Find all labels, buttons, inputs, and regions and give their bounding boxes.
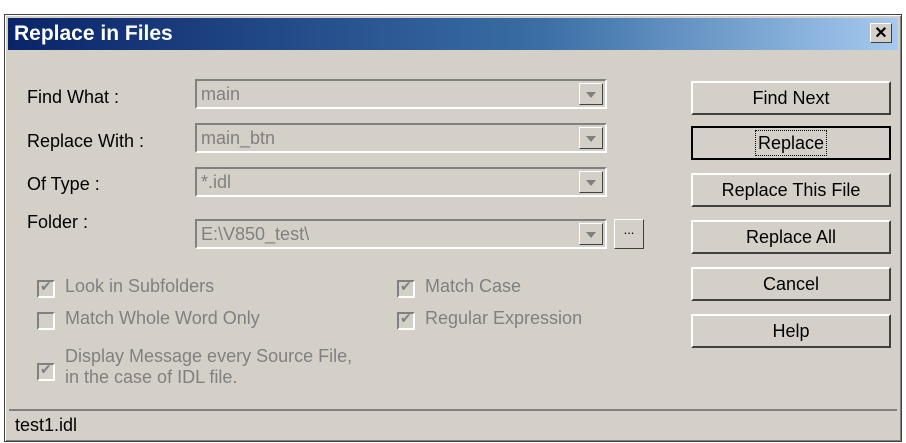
folder-combo[interactable]: E:\V850_test\ xyxy=(195,219,607,249)
find-what-combo[interactable]: main xyxy=(195,79,607,109)
dialog-title: Replace in Files xyxy=(14,22,173,45)
match-case-checkbox[interactable] xyxy=(397,279,415,298)
replace-with-label: Replace With : xyxy=(27,131,145,151)
display-message-checkbox[interactable] xyxy=(37,362,55,381)
chevron-down-icon[interactable] xyxy=(579,83,603,105)
of-type-label: Of Type : xyxy=(27,174,100,194)
browse-folder-button[interactable]: ... xyxy=(614,219,644,249)
match-case-label: Match Case xyxy=(425,276,522,296)
regular-expression-label: Regular Expression xyxy=(425,308,583,328)
close-button[interactable]: ✕ xyxy=(870,23,892,43)
display-message-label-line2: in the case of IDL file. xyxy=(65,367,238,387)
chevron-down-icon[interactable] xyxy=(579,223,603,245)
title-bar[interactable]: Replace in Files ✕ xyxy=(8,18,898,50)
chevron-down-icon[interactable] xyxy=(579,171,603,193)
replace-button-label: Replace xyxy=(754,130,828,156)
folder-label: Folder : xyxy=(27,212,89,232)
of-type-value: *.idl xyxy=(201,172,232,192)
folder-value: E:\V850_test\ xyxy=(201,224,310,244)
display-message-label-line1: Display Message every Source File, xyxy=(65,346,353,366)
help-button[interactable]: Help xyxy=(691,314,891,348)
replace-this-file-button[interactable]: Replace This File xyxy=(691,173,891,207)
chevron-down-icon[interactable] xyxy=(579,127,603,149)
replace-with-value: main_btn xyxy=(201,128,276,148)
regular-expression-checkbox[interactable] xyxy=(397,311,415,330)
close-icon: ✕ xyxy=(874,25,888,42)
find-next-button[interactable]: Find Next xyxy=(691,81,891,115)
of-type-combo[interactable]: *.idl xyxy=(195,167,607,197)
find-what-label: Find What : xyxy=(27,87,120,107)
match-whole-word-label: Match Whole Word Only xyxy=(65,308,260,328)
status-bar: test1.idl xyxy=(9,409,897,439)
look-in-subfolders-checkbox[interactable] xyxy=(37,279,55,298)
replace-with-combo[interactable]: main_btn xyxy=(195,123,607,153)
replace-button[interactable]: Replace xyxy=(691,126,891,160)
cancel-button[interactable]: Cancel xyxy=(691,267,891,301)
replace-in-files-dialog: Replace in Files ✕ Find What : Replace W… xyxy=(4,14,902,442)
status-text: test1.idl xyxy=(15,415,78,435)
match-whole-word-checkbox[interactable] xyxy=(37,312,55,330)
look-in-subfolders-label: Look in Subfolders xyxy=(65,276,215,296)
find-what-value: main xyxy=(201,84,241,104)
replace-all-button[interactable]: Replace All xyxy=(691,220,891,254)
